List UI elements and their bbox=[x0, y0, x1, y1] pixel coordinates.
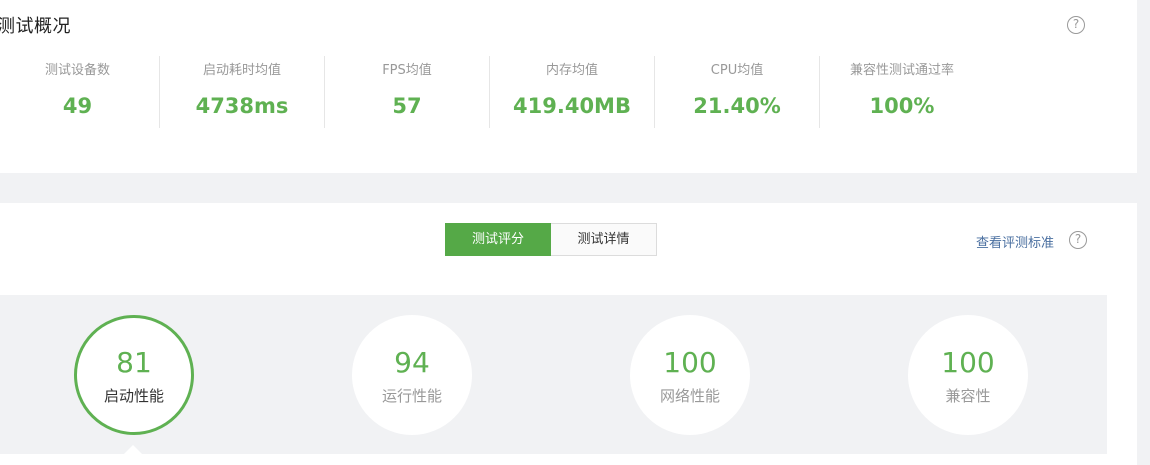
score-label: 网络性能 bbox=[659, 387, 720, 405]
stat-value: 4738ms bbox=[195, 94, 289, 118]
score-value: 100 bbox=[663, 346, 717, 379]
score-network-performance[interactable]: 100 网络性能 bbox=[630, 315, 750, 435]
view-tabs: 测试评分 测试详情 bbox=[445, 223, 657, 256]
stat-label: CPU均值 bbox=[710, 63, 764, 78]
overview-panel: 测试概况 ? 测试设备数 49 启动耗时均值 4738ms FPS均值 57 内… bbox=[0, 0, 1137, 173]
tab-test-score[interactable]: 测试评分 bbox=[445, 223, 551, 256]
stat-cpu: CPU均值 21.40% bbox=[655, 56, 819, 128]
stat-label: 内存均值 bbox=[545, 63, 598, 78]
stat-compat-pass-rate: 兼容性测试通过率 100% bbox=[820, 56, 984, 128]
stat-label: 启动耗时均值 bbox=[202, 63, 281, 78]
stat-device-count: 测试设备数 49 bbox=[0, 56, 155, 128]
score-area: 81 启动性能 94 运行性能 100 网络性能 100 兼容性 bbox=[0, 295, 1107, 454]
score-panel: 测试评分 测试详情 查看评测标准 ? 81 启动性能 94 运行性能 100 网… bbox=[0, 203, 1137, 465]
help-icon[interactable]: ? bbox=[1067, 16, 1085, 34]
tab-test-detail[interactable]: 测试详情 bbox=[551, 223, 657, 256]
stat-startup-time: 启动耗时均值 4738ms bbox=[160, 56, 324, 128]
score-value: 81 bbox=[116, 346, 152, 379]
selection-pointer bbox=[124, 445, 142, 454]
stat-value: 419.40MB bbox=[513, 94, 631, 118]
stat-value: 21.40% bbox=[693, 94, 781, 118]
score-label: 运行性能 bbox=[381, 387, 442, 405]
score-value: 94 bbox=[394, 346, 430, 379]
stat-value: 100% bbox=[869, 94, 935, 118]
score-compatibility[interactable]: 100 兼容性 bbox=[908, 315, 1028, 435]
score-label: 启动性能 bbox=[103, 387, 164, 405]
view-criteria-link[interactable]: 查看评测标准 bbox=[976, 232, 1054, 251]
score-value: 100 bbox=[941, 346, 995, 379]
stat-label: FPS均值 bbox=[382, 63, 432, 78]
stat-fps: FPS均值 57 bbox=[325, 56, 489, 128]
page-edge bbox=[1137, 0, 1150, 465]
stat-value: 57 bbox=[392, 94, 422, 118]
score-runtime-performance[interactable]: 94 运行性能 bbox=[352, 315, 472, 435]
stat-label: 测试设备数 bbox=[44, 63, 110, 78]
help-icon[interactable]: ? bbox=[1069, 231, 1087, 249]
stat-memory: 内存均值 419.40MB bbox=[490, 56, 654, 128]
stat-label: 兼容性测试通过率 bbox=[849, 63, 954, 78]
score-startup-performance[interactable]: 81 启动性能 bbox=[74, 315, 194, 435]
stat-value: 49 bbox=[62, 94, 93, 118]
score-label: 兼容性 bbox=[945, 387, 991, 405]
overview-title: 测试概况 bbox=[0, 16, 71, 37]
